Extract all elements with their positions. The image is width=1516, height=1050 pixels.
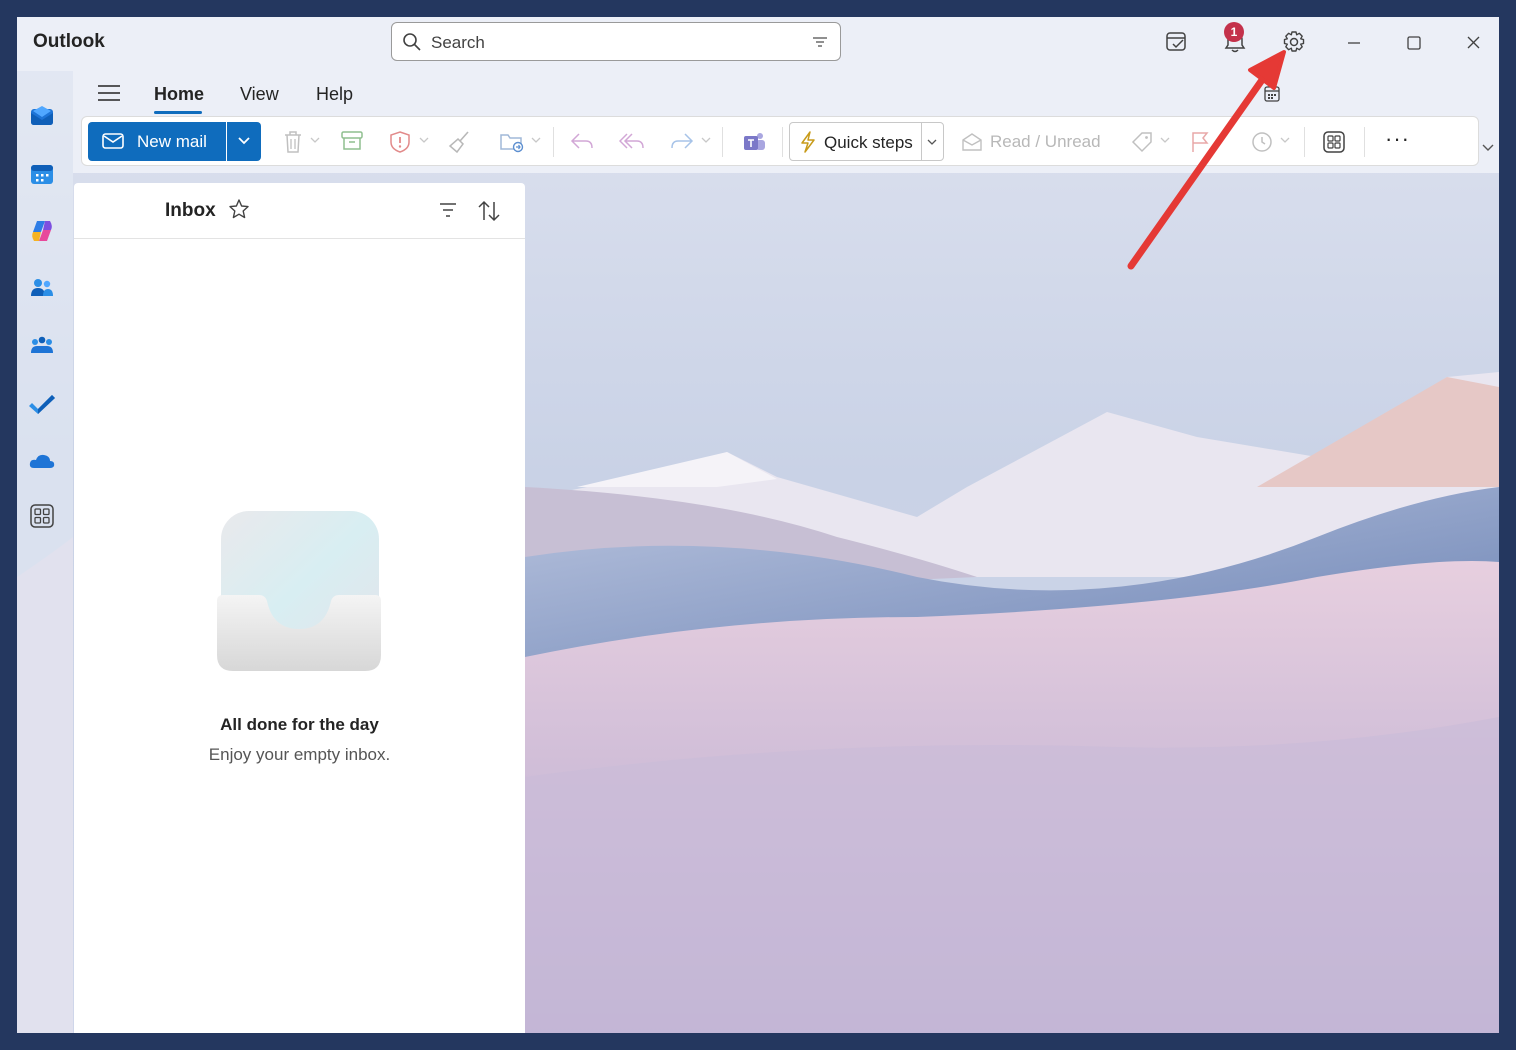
ribbon-tabs: Home View Help (73, 71, 1499, 115)
chevron-down-icon[interactable] (419, 136, 429, 144)
chevron-down-icon[interactable] (531, 136, 541, 144)
lightning-icon (801, 131, 815, 153)
tab-view[interactable]: View (240, 84, 279, 105)
search-icon (403, 33, 421, 51)
chevron-down-icon[interactable] (927, 138, 937, 146)
gear-icon[interactable] (1281, 29, 1307, 55)
folder-title: Inbox (165, 200, 216, 221)
ribbon-toolbar: New mail Quick steps Read / Unread ··· (81, 116, 1479, 166)
chevron-down-icon[interactable] (1280, 136, 1290, 144)
title-bar: Outlook Search 1 (17, 17, 1499, 71)
teams-icon[interactable] (741, 130, 767, 154)
ribbon-separator (553, 127, 554, 157)
search-box[interactable]: Search (391, 22, 841, 61)
ribbon-separator (1304, 127, 1305, 157)
search-input[interactable]: Search (431, 33, 485, 53)
hamburger-menu-icon[interactable] (97, 84, 121, 102)
message-list-header: Inbox (74, 183, 525, 239)
chevron-down-icon[interactable] (701, 136, 711, 144)
move-to-folder-icon[interactable] (499, 130, 525, 154)
apps-icon[interactable] (29, 503, 55, 529)
onedrive-icon[interactable] (29, 448, 55, 474)
ribbon-expand-chevron-icon[interactable] (1481, 143, 1495, 153)
mail-icon[interactable] (29, 103, 55, 129)
chevron-down-icon[interactable] (1160, 136, 1170, 144)
close-icon[interactable] (1460, 29, 1486, 55)
todo-icon[interactable] (29, 390, 55, 416)
new-mail-dropdown[interactable] (227, 122, 261, 161)
tab-home[interactable]: Home (154, 84, 204, 105)
empty-inbox-tray-icon (217, 511, 381, 671)
tab-home-underline (154, 111, 202, 114)
empty-state-title: All done for the day (220, 715, 379, 734)
empty-state-subtitle: Enjoy your empty inbox. (208, 745, 391, 764)
copilot-icon[interactable] (29, 218, 55, 244)
quick-steps-divider (921, 123, 922, 160)
read-envelope-icon[interactable] (961, 132, 983, 152)
app-rail (17, 71, 73, 1033)
more-options-button[interactable]: ··· (1385, 126, 1410, 152)
my-day-icon[interactable] (1163, 29, 1189, 55)
new-mail-label: New mail (137, 132, 207, 151)
read-unread-button[interactable]: Read / Unread (990, 132, 1101, 152)
snooze-clock-icon[interactable] (1250, 130, 1274, 154)
quick-steps-label: Quick steps (824, 133, 913, 152)
report-shield-icon[interactable] (389, 130, 411, 154)
forward-icon[interactable] (669, 130, 695, 152)
calendar-icon[interactable] (29, 161, 55, 187)
star-icon[interactable] (228, 198, 250, 220)
app-title: Outlook (33, 31, 105, 52)
new-mail-button[interactable]: New mail (88, 122, 226, 161)
sort-icon[interactable] (477, 200, 501, 222)
sweep-icon[interactable] (448, 130, 472, 154)
message-list-pane: Inbox All done for the day Enjoy your em… (74, 183, 525, 1033)
quick-steps-button[interactable]: Quick steps (789, 122, 944, 161)
minimize-icon[interactable] (1341, 29, 1367, 55)
envelope-icon (102, 133, 124, 149)
reply-icon[interactable] (569, 130, 595, 152)
delete-icon[interactable] (282, 130, 304, 154)
notification-badge: 1 (1224, 22, 1244, 42)
ribbon-separator (722, 127, 723, 157)
ribbon-separator (1364, 127, 1365, 157)
filter-icon[interactable] (439, 202, 457, 218)
archive-icon[interactable] (340, 130, 364, 152)
reply-all-icon[interactable] (619, 130, 645, 152)
tag-icon[interactable] (1130, 130, 1154, 154)
apps-grid-icon[interactable] (1322, 130, 1346, 154)
outlook-window: Outlook Search 1 Home View Help New mail… (17, 17, 1499, 1033)
chevron-down-icon[interactable] (310, 136, 320, 144)
chevron-down-icon (238, 137, 250, 145)
search-filter-icon[interactable] (812, 35, 828, 49)
maximize-icon[interactable] (1401, 29, 1427, 55)
groups-icon[interactable] (29, 333, 55, 359)
people-icon[interactable] (29, 275, 55, 301)
flag-icon[interactable] (1189, 130, 1211, 154)
tab-help[interactable]: Help (316, 84, 353, 105)
calendar-mini-icon[interactable] (1263, 85, 1281, 103)
ribbon-separator (782, 127, 783, 157)
